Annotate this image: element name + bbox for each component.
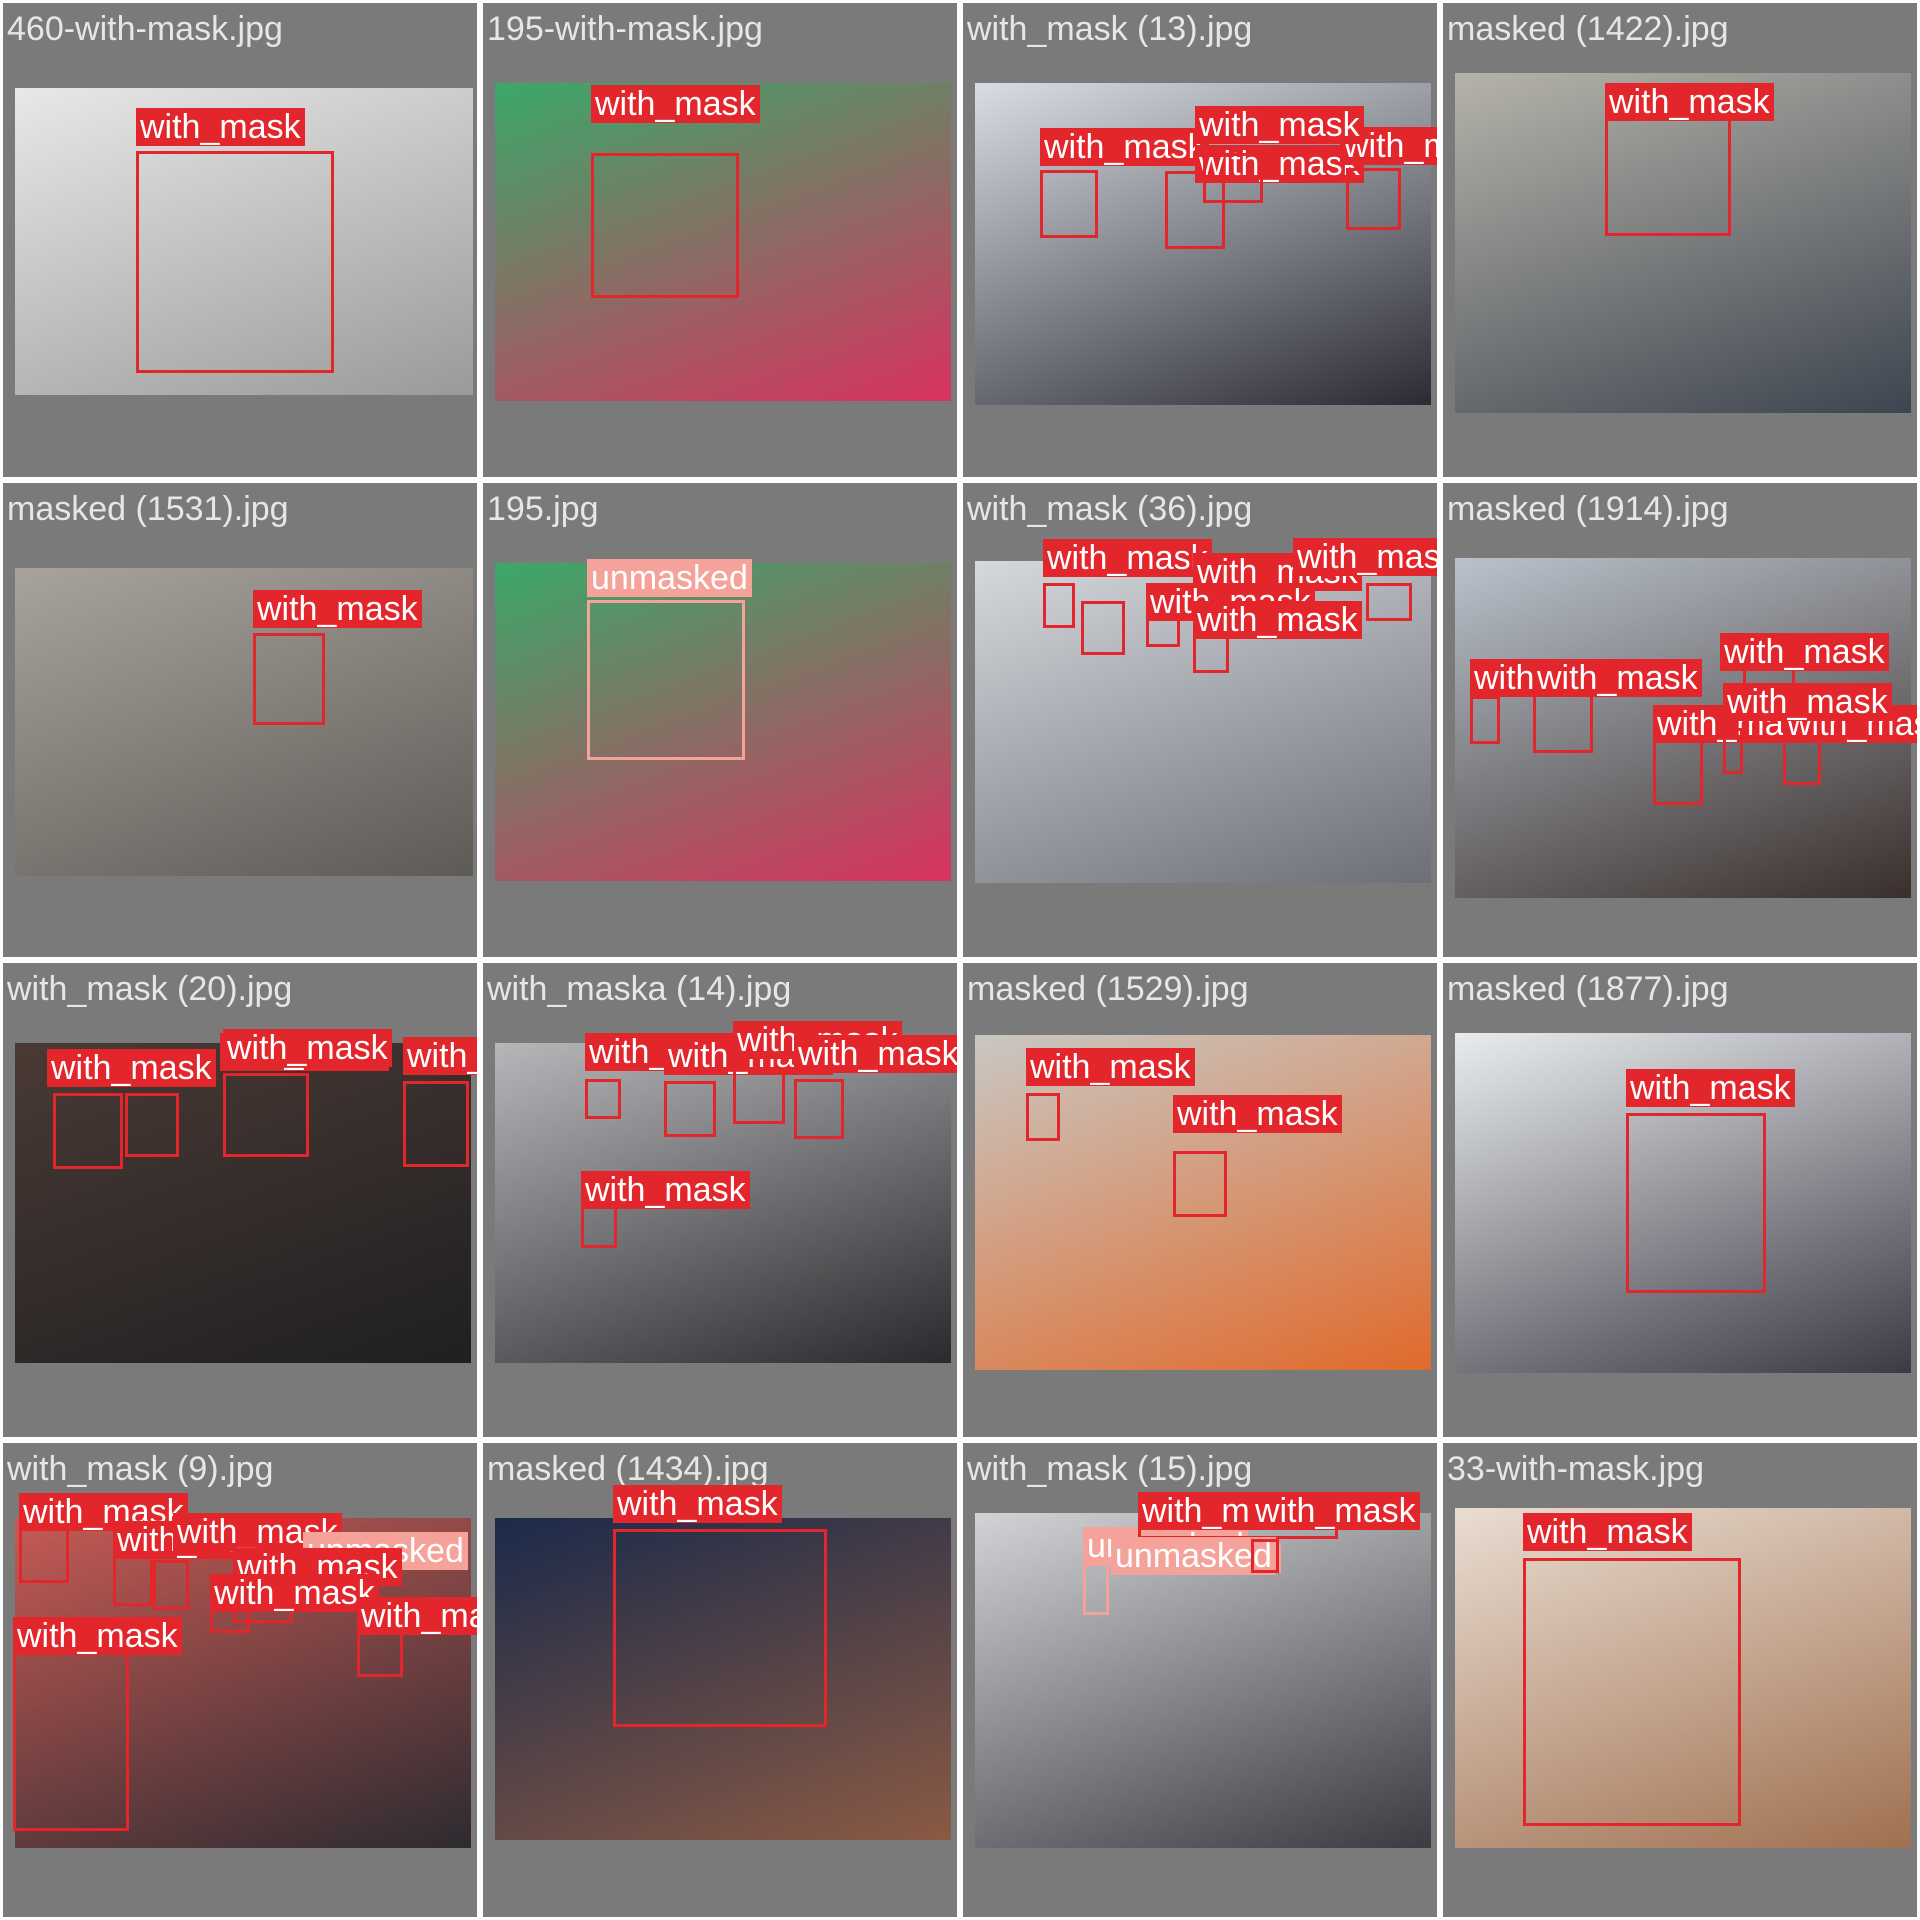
detection-box xyxy=(403,1081,469,1167)
result-cell: with_mask (9).jpg with_mask with_mask with_… xyxy=(3,1443,477,1917)
detection-label: with_mask xyxy=(403,1037,477,1075)
detection-results-grid: 460-with-mask.jpg with_mask 195-with-mask.… xyxy=(0,0,1920,1920)
detection-label: with_mask xyxy=(357,1597,477,1635)
detection-label: with_mask xyxy=(1026,1048,1195,1086)
result-cell: 33-with-mask.jpg with_mask xyxy=(1443,1443,1917,1917)
detection-label: with_mask xyxy=(1523,1513,1692,1551)
image-filename: 195-with-mask.jpg xyxy=(487,10,763,48)
detection-box xyxy=(1081,601,1125,655)
detection-box xyxy=(136,151,334,373)
detection-box xyxy=(1653,733,1703,805)
detection-label: with_mask xyxy=(1720,633,1889,671)
detection-label: with_mask xyxy=(613,1485,782,1523)
detection-label: with_mask xyxy=(1251,1492,1420,1530)
detection-label: with_mask xyxy=(136,108,305,146)
detection-box xyxy=(613,1529,827,1727)
detection-label: with_mask xyxy=(591,85,760,123)
detection-box xyxy=(1083,1563,1109,1615)
detection-label: with_mask xyxy=(210,1574,379,1612)
detection-box xyxy=(1366,583,1412,621)
detection-box xyxy=(1040,170,1098,238)
detection-label: with_mask xyxy=(253,590,422,628)
image-filename: with_mask (36).jpg xyxy=(967,490,1253,528)
result-cell: with_mask (15).jpgunmaskedwith_maskunmas… xyxy=(963,1443,1437,1917)
detection-box xyxy=(581,1203,617,1248)
result-cell: masked (1914).jpg with_mask with_mask with_… xyxy=(1443,483,1917,957)
result-cell: with_mask (36).jpg with_mask with_mask with… xyxy=(963,483,1437,957)
image-filename: masked (1422).jpg xyxy=(1447,10,1729,48)
detection-box xyxy=(1626,1113,1766,1293)
image-filename: masked (1529).jpg xyxy=(967,970,1249,1008)
detection-box xyxy=(1173,1151,1227,1217)
detection-label: with_mask xyxy=(1293,538,1437,576)
result-cell: 195.jpg unmasked xyxy=(483,483,957,957)
result-cell: with_mask (13).jpg with_mask with_mask with… xyxy=(963,3,1437,477)
detection-label: with_mask xyxy=(47,1049,216,1087)
detection-label: with_mask xyxy=(1043,539,1212,577)
detection-box xyxy=(153,1560,189,1610)
detection-label: with_mask xyxy=(1173,1095,1342,1133)
detection-box xyxy=(794,1079,844,1139)
detection-label: with_mask xyxy=(1193,601,1362,639)
image-filename: masked (1531).jpg xyxy=(7,490,289,528)
detection-box xyxy=(1346,168,1401,230)
detection-box xyxy=(13,1651,129,1831)
result-cell: masked (1877).jpg with_mask xyxy=(1443,963,1917,1437)
detection-box xyxy=(113,1556,153,1606)
detection-box xyxy=(53,1093,123,1169)
result-cell: with_maska (14).jpgwith_maskwith_maskwit… xyxy=(483,963,957,1437)
image-filename: masked (1914).jpg xyxy=(1447,490,1729,528)
detection-label: with_mask xyxy=(794,1035,957,1073)
result-cell: masked (1531).jpg with_mask xyxy=(3,483,477,957)
image-filename: with_mask (13).jpg xyxy=(967,10,1253,48)
detection-box xyxy=(1470,696,1500,744)
result-cell: masked (1422).jpg with_mask xyxy=(1443,3,1917,477)
detection-label: with_mask xyxy=(1626,1069,1795,1107)
image-filename: with_mask (20).jpg xyxy=(7,970,293,1008)
image-filename: 195.jpg xyxy=(487,490,599,528)
image-filename: with_mask (15).jpg xyxy=(967,1450,1253,1488)
result-cell: masked (1529).jpg with_mask with_mask xyxy=(963,963,1437,1437)
image-filename: with_mask (9).jpg xyxy=(7,1450,274,1488)
detection-label: unmasked xyxy=(587,559,752,597)
image-filename: masked (1877).jpg xyxy=(1447,970,1729,1008)
result-cell: with_mask (20).jpg with_mask with_mask with… xyxy=(3,963,477,1437)
detection-label: with_mask xyxy=(1533,659,1702,697)
result-cell: masked (1434).jpg with_mask xyxy=(483,1443,957,1917)
detection-label: with_mask xyxy=(223,1029,392,1067)
detection-box xyxy=(253,633,325,725)
detection-box xyxy=(125,1093,179,1157)
detection-box xyxy=(587,600,745,760)
image-filename: 460-with-mask.jpg xyxy=(7,10,283,48)
detection-label: with_mask xyxy=(13,1617,182,1655)
detection-box xyxy=(585,1079,621,1119)
image-filename: with_maska (14).jpg xyxy=(487,970,792,1008)
image-filename: 33-with-mask.jpg xyxy=(1447,1450,1704,1488)
detection-box xyxy=(664,1081,716,1137)
detection-label: with_mask xyxy=(1195,106,1364,144)
result-cell: 460-with-mask.jpg with_mask xyxy=(3,3,477,477)
detection-box xyxy=(591,153,739,298)
detection-box xyxy=(1523,1558,1741,1826)
detection-box xyxy=(733,1068,785,1124)
detection-box xyxy=(1043,583,1075,628)
result-cell: 195-with-mask.jpg with_mask xyxy=(483,3,957,477)
detection-box xyxy=(1251,1539,1279,1573)
detection-label: with_mask xyxy=(1040,128,1209,166)
detection-label: with_mask xyxy=(1605,83,1774,121)
detection-box xyxy=(19,1523,69,1583)
detection-box xyxy=(1026,1093,1060,1141)
detection-label: with_mask xyxy=(1723,683,1892,721)
detection-box xyxy=(1203,153,1263,203)
detection-label: with_mask xyxy=(581,1171,750,1209)
detection-box xyxy=(223,1073,309,1157)
detection-box xyxy=(1723,728,1743,774)
